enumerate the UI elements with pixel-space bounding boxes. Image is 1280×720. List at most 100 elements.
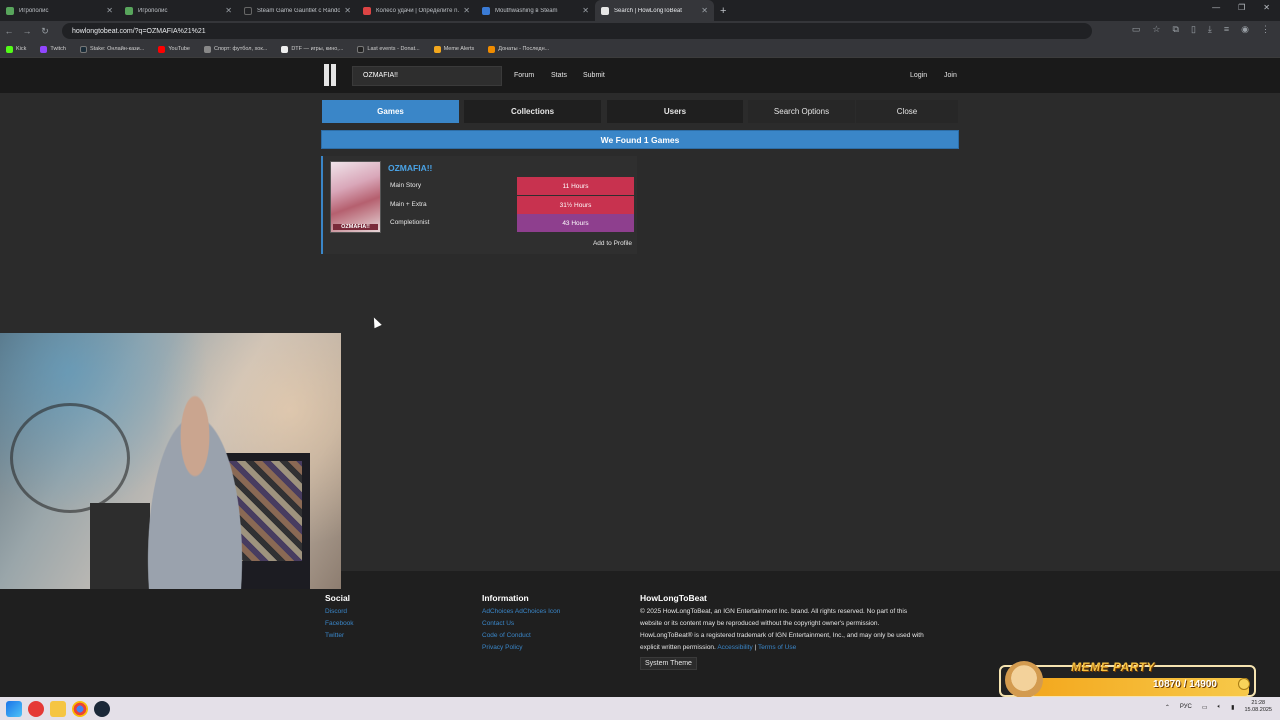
maximize-icon[interactable]: ❐ — [1238, 3, 1245, 12]
profile-icon[interactable]: ◉ — [1241, 24, 1249, 35]
nav-stats[interactable]: Stats — [551, 72, 567, 79]
completionist-time: 43 Hours — [517, 214, 634, 232]
game-cover-image[interactable]: OZMAFIA!! — [330, 161, 381, 233]
bookmark-donations[interactable]: Донаты - Последн... — [488, 46, 549, 53]
windows-taskbar: ⌃ РУС ▭ 🔈︎ ▮ 21:28 15.08.2025 — [0, 697, 1280, 720]
close-window-icon[interactable]: ✕ — [1263, 3, 1270, 12]
browser-tab[interactable]: Steam Game Gauntlet с Random...✕ — [238, 0, 357, 21]
keyboard-language[interactable]: РУС — [1180, 704, 1192, 710]
accessibility-link[interactable]: Accessibility — [717, 644, 752, 651]
tab-label: Search | HowLongToBeat — [614, 8, 697, 14]
network-icon[interactable]: ▭ — [1202, 704, 1208, 711]
browser-tab[interactable]: Игрополис ✕ — [0, 0, 119, 21]
main-extra-label: Main + Extra — [390, 201, 427, 208]
minimize-icon[interactable]: — — [1212, 3, 1220, 12]
bookmark-label: Twitch — [50, 46, 66, 52]
dtf-icon — [281, 46, 288, 53]
footer-information-heading: Information — [482, 593, 529, 603]
nav-submit[interactable]: Submit — [583, 72, 605, 79]
close-search-button[interactable]: Close — [856, 100, 958, 123]
bookmark-stake[interactable]: Stake: Онлайн-кази... — [80, 46, 144, 53]
cast-icon[interactable]: ▭ — [1132, 24, 1141, 35]
url-text: howlongtobeat.com/?q=OZMAFIA%21%21 — [72, 28, 206, 35]
tab-collections[interactable]: Collections — [464, 100, 601, 123]
menu-icon[interactable]: ⋮ — [1261, 24, 1270, 35]
join-link[interactable]: Join — [944, 72, 957, 79]
start-icon[interactable] — [6, 701, 22, 717]
close-tab-icon[interactable]: ✕ — [225, 6, 232, 15]
close-tab-icon[interactable]: ✕ — [701, 6, 708, 15]
site-header: OZMAFIA!! Forum Stats Submit Login Join — [0, 58, 1280, 93]
search-options-button[interactable]: Search Options — [748, 100, 855, 123]
tab-users[interactable]: Users — [607, 100, 743, 123]
code-of-conduct-link[interactable]: Code of Conduct — [482, 632, 531, 639]
close-tab-icon[interactable]: ✕ — [106, 6, 113, 15]
time-value: 43 Hours — [562, 220, 588, 227]
hltb-logo-icon[interactable] — [324, 64, 338, 86]
facebook-link[interactable]: Facebook — [325, 620, 354, 627]
reload-icon[interactable]: ↻ — [36, 26, 54, 37]
battery-icon[interactable]: ▮ — [1231, 704, 1234, 711]
discord-link[interactable]: Discord — [325, 608, 347, 615]
close-tab-icon[interactable]: ✕ — [463, 6, 470, 15]
webcam-bike — [10, 403, 130, 513]
main-extra-time: 31½ Hours — [517, 196, 634, 214]
clock[interactable]: 21:28 15.08.2025 — [1244, 700, 1272, 714]
address-toolbar: ← → ↻ howlongtobeat.com/?q=OZMAFIA%21%21 — [0, 21, 1280, 41]
bookmark-meme-alerts[interactable]: Meme Alerts — [434, 46, 475, 53]
adchoices-icon: AdChoices Icon — [515, 608, 561, 615]
browser-tab[interactable]: Колесо удачи | Определите n...✕ — [357, 0, 476, 21]
file-explorer-icon[interactable] — [50, 701, 66, 717]
back-icon[interactable]: ← — [0, 26, 18, 36]
search-input[interactable]: OZMAFIA!! — [352, 66, 502, 86]
twitter-link[interactable]: Twitter — [325, 632, 344, 639]
browser-tab-active[interactable]: Search | HowLongToBeat ✕ — [595, 0, 714, 21]
extensions-icon[interactable]: ⧉ — [1173, 24, 1179, 35]
browser-tab[interactable]: Mouthwashing в Steam ✕ — [476, 0, 595, 21]
browser-tab-bar: Игрополис✕ Игрополис✕ Steam Game Gauntle… — [0, 0, 1280, 21]
nav-forum[interactable]: Forum — [514, 72, 534, 79]
add-to-profile-link[interactable]: Add to Profile — [593, 240, 632, 247]
browser-tab[interactable]: Игрополис✕ — [119, 0, 238, 21]
bookmark-label: Last events - Donat... — [367, 46, 419, 52]
bookmark-star-icon[interactable]: ☆ — [1152, 24, 1160, 35]
login-link[interactable]: Login — [910, 72, 927, 79]
adchoices-link[interactable]: AdChoices AdChoices Icon — [482, 608, 560, 615]
steam-icon[interactable] — [94, 701, 110, 717]
trademark-text: explicit written permission. — [640, 644, 716, 651]
new-tab-icon[interactable]: + — [720, 5, 726, 17]
bookmark-youtube[interactable]: YouTube — [158, 46, 190, 53]
tab-games[interactable]: Games — [322, 100, 459, 123]
meme-party-title: MEME PARTY — [1071, 660, 1155, 674]
bookmark-twitch[interactable]: Twitch — [40, 46, 66, 53]
main-story-label: Main Story — [390, 182, 421, 189]
translate-icon[interactable]: ≡ — [1224, 24, 1229, 35]
chrome-icon[interactable] — [72, 701, 88, 717]
tray-chevron-icon[interactable]: ⌃ — [1165, 704, 1170, 711]
theme-toggle-button[interactable]: System Theme — [640, 657, 697, 670]
steam-favicon-icon — [482, 7, 490, 15]
close-tab-icon[interactable]: ✕ — [344, 6, 351, 15]
contact-us-link[interactable]: Contact Us — [482, 620, 514, 627]
forward-icon[interactable]: → — [18, 26, 36, 36]
bookmark-kick[interactable]: Kick — [6, 46, 26, 53]
bookmark-dtf[interactable]: DTF — игры, кино,... — [281, 46, 343, 53]
terms-of-use-link[interactable]: Terms of Use — [758, 644, 796, 651]
donat-icon — [357, 46, 364, 53]
privacy-policy-link[interactable]: Privacy Policy — [482, 644, 522, 651]
close-tab-icon[interactable]: ✕ — [582, 6, 589, 15]
download-icon[interactable]: ⤓ — [1208, 24, 1212, 35]
url-input[interactable]: howlongtobeat.com/?q=OZMAFIA%21%21 — [62, 23, 1092, 39]
tab-label: Mouthwashing в Steam — [495, 8, 578, 14]
volume-icon[interactable]: 🔈︎ — [1218, 704, 1222, 711]
cover-title: OZMAFIA!! — [333, 224, 378, 230]
coin-icon — [1238, 678, 1250, 690]
tab-label: Игрополис — [19, 8, 102, 14]
footer-social-heading: Social — [325, 593, 350, 603]
sidepanel-icon[interactable]: ▯ — [1191, 24, 1196, 35]
bookmark-donat[interactable]: Last events - Donat... — [357, 46, 419, 53]
game-title-link[interactable]: OZMAFIA!! — [388, 163, 432, 173]
yandex-icon[interactable] — [28, 701, 44, 717]
bookmark-sport[interactable]: Спорт: футбол, хок... — [204, 46, 267, 53]
window-controls: — ❐ ✕ — [1212, 3, 1270, 12]
